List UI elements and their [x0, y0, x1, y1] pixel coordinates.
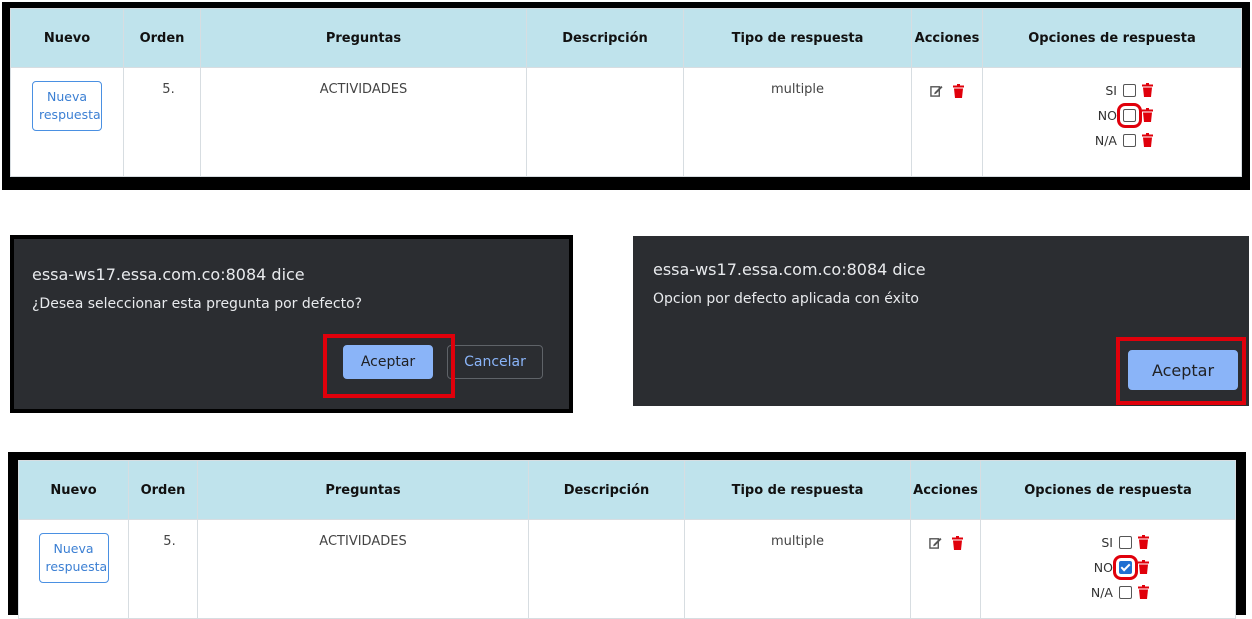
trash-icon[interactable]: [953, 84, 964, 98]
header-nuevo: Nuevo: [18, 460, 129, 520]
edit-icon[interactable]: [930, 84, 943, 97]
table-row: Nueva respuesta 5. ACTIVIDADES multiple: [10, 67, 1242, 177]
cell-tipo: multiple: [684, 519, 911, 619]
trash-icon[interactable]: [1142, 83, 1153, 97]
cell-nuevo: Nueva respuesta: [10, 67, 124, 177]
option-no: NO: [1087, 554, 1149, 580]
header-acciones: Acciones: [910, 460, 981, 520]
option-si: SI: [1091, 82, 1153, 98]
cell-orden: 5.: [123, 67, 201, 177]
cell-acciones: [910, 519, 981, 619]
trash-icon[interactable]: [1138, 560, 1149, 574]
confirm-dialog: essa-ws17.essa.com.co:8084 dice ¿Desea s…: [10, 235, 573, 413]
cell-opciones: SI NO N/A: [982, 67, 1242, 177]
default-checkbox[interactable]: [1117, 102, 1142, 128]
trash-icon[interactable]: [1138, 585, 1149, 599]
table-header-row: Nuevo Orden Preguntas Descripción Tipo d…: [10, 8, 1242, 68]
cell-descripcion: [528, 519, 685, 619]
edit-icon[interactable]: [928, 536, 942, 549]
highlight-box: [323, 334, 455, 398]
option-na: N/A: [1087, 584, 1149, 600]
questions-table: Nuevo Orden Preguntas Descripción Tipo d…: [18, 460, 1236, 619]
trash-icon[interactable]: [1142, 108, 1153, 122]
trash-icon[interactable]: [1142, 133, 1153, 147]
trash-icon[interactable]: [1138, 535, 1149, 549]
new-answer-button[interactable]: Nueva respuesta: [38, 533, 109, 583]
option-label: SI: [1101, 534, 1113, 550]
header-descripcion: Descripción: [526, 8, 684, 68]
header-tipo-respuesta: Tipo de respuesta: [684, 460, 911, 520]
option-label: N/A: [1094, 132, 1117, 148]
dialog-message: Opcion por defecto aplicada con éxito: [653, 291, 919, 307]
header-preguntas: Preguntas: [197, 460, 529, 520]
table-header-row: Nuevo Orden Preguntas Descripción Tipo d…: [18, 460, 1236, 520]
cell-descripcion: [526, 67, 684, 177]
questions-table: Nuevo Orden Preguntas Descripción Tipo d…: [10, 8, 1242, 177]
trash-icon[interactable]: [951, 536, 963, 550]
header-nuevo: Nuevo: [10, 8, 124, 68]
cell-pregunta: ACTIVIDADES: [197, 519, 529, 619]
highlight-box: [1116, 337, 1246, 405]
header-descripcion: Descripción: [528, 460, 685, 520]
default-checkbox-checked[interactable]: [1113, 554, 1138, 580]
header-acciones: Acciones: [911, 8, 983, 68]
table-row: Nueva respuesta 5. ACTIVIDADES multiple: [18, 519, 1236, 619]
cell-acciones: [911, 67, 983, 177]
header-orden: Orden: [128, 460, 198, 520]
cancel-button[interactable]: Cancelar: [447, 345, 543, 379]
dialog-message: ¿Desea seleccionar esta pregunta por def…: [32, 296, 363, 312]
new-answer-button[interactable]: Nueva respuesta: [32, 81, 102, 131]
option-na: N/A: [1091, 132, 1153, 148]
header-opciones-respuesta: Opciones de respuesta: [980, 460, 1236, 520]
dialog-origin: essa-ws17.essa.com.co:8084 dice: [32, 265, 305, 284]
cell-nuevo: Nueva respuesta: [18, 519, 129, 619]
header-orden: Orden: [123, 8, 201, 68]
default-checkbox[interactable]: [1119, 585, 1132, 599]
cell-orden: 5.: [128, 519, 198, 619]
cell-tipo: multiple: [683, 67, 912, 177]
default-checkbox[interactable]: [1123, 83, 1136, 97]
option-label: NO: [1093, 559, 1113, 575]
option-si: SI: [1087, 534, 1149, 550]
cell-pregunta: ACTIVIDADES: [200, 67, 527, 177]
questions-table-before: Nuevo Orden Preguntas Descripción Tipo d…: [2, 2, 1250, 190]
header-preguntas: Preguntas: [200, 8, 527, 68]
option-label: N/A: [1090, 584, 1113, 600]
dialog-origin: essa-ws17.essa.com.co:8084 dice: [653, 260, 926, 279]
option-label: NO: [1097, 107, 1117, 123]
option-no: NO: [1091, 102, 1153, 128]
option-label: SI: [1105, 82, 1117, 98]
header-tipo-respuesta: Tipo de respuesta: [683, 8, 912, 68]
default-checkbox[interactable]: [1119, 535, 1132, 549]
cell-opciones: SI NO N/A: [980, 519, 1236, 619]
default-checkbox[interactable]: [1123, 133, 1136, 147]
questions-table-after: Nuevo Orden Preguntas Descripción Tipo d…: [8, 452, 1246, 619]
header-opciones-respuesta: Opciones de respuesta: [982, 8, 1242, 68]
